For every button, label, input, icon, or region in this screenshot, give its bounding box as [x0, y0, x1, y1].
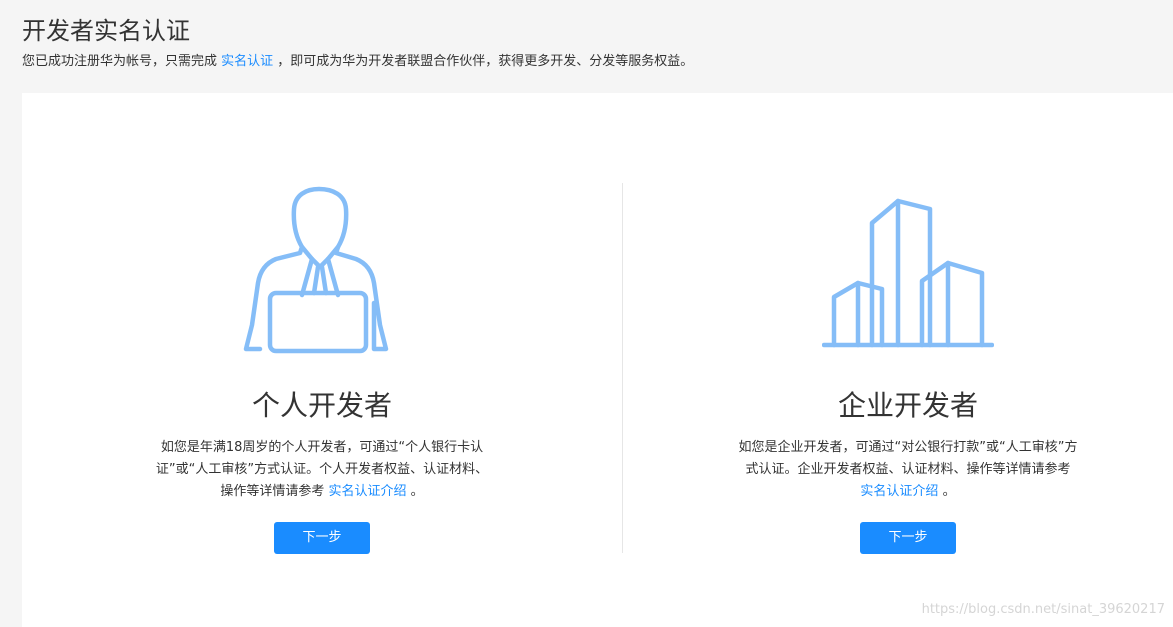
- personal-desc-end: 。: [406, 484, 424, 499]
- buildings-icon: [822, 198, 994, 348]
- watermark: https://blog.csdn.net/sinat_39620217: [921, 602, 1165, 617]
- personal-auth-intro-link[interactable]: 实名认证介绍: [328, 484, 406, 499]
- personal-developer-desc: 如您是年满18周岁的个人开发者，可通过“个人银行卡认证”或“人工审核”方式认证。…: [152, 437, 492, 503]
- enterprise-developer-title: 企业开发者: [837, 389, 978, 422]
- personal-developer-card: 个人开发者 如您是年满18周岁的个人开发者，可通过“个人银行卡认证”或“人工审核…: [22, 93, 622, 627]
- personal-desc-text: 如您是年满18周岁的个人开发者，可通过“个人银行卡认证”或“人工审核”方式认证。…: [155, 440, 489, 499]
- enterprise-developer-desc: 如您是企业开发者，可通过“对公银行打款”或“人工审核”方式认证。企业开发者权益、…: [738, 437, 1078, 503]
- page-title: 开发者实名认证: [22, 17, 190, 45]
- enterprise-next-button[interactable]: 下一步: [860, 522, 956, 554]
- enterprise-auth-intro-link[interactable]: 实名认证介绍: [860, 484, 938, 499]
- subtitle-text-before: 您已成功注册华为帐号，只需完成: [22, 54, 222, 69]
- verification-panel: 个人开发者 如您是年满18周岁的个人开发者，可通过“个人银行卡认证”或“人工审核…: [22, 93, 1173, 627]
- person-laptop-icon: [243, 186, 389, 354]
- personal-developer-title: 个人开发者: [251, 389, 392, 422]
- personal-next-button[interactable]: 下一步: [274, 522, 370, 554]
- enterprise-desc-text: 如您是企业开发者，可通过“对公银行打款”或“人工审核”方式认证。企业开发者权益、…: [738, 440, 1078, 477]
- enterprise-desc-end: 。: [938, 484, 956, 499]
- enterprise-developer-card: 企业开发者 如您是企业开发者，可通过“对公银行打款”或“人工审核”方式认证。企业…: [608, 93, 1173, 627]
- real-name-auth-link[interactable]: 实名认证: [221, 54, 273, 69]
- page-subtitle: 您已成功注册华为帐号，只需完成 实名认证 ，即可成为华为开发者联盟合作伙伴，获得…: [22, 52, 693, 72]
- subtitle-text-after: ，即可成为华为开发者联盟合作伙伴，获得更多开发、分发等服务权益。: [273, 54, 694, 69]
